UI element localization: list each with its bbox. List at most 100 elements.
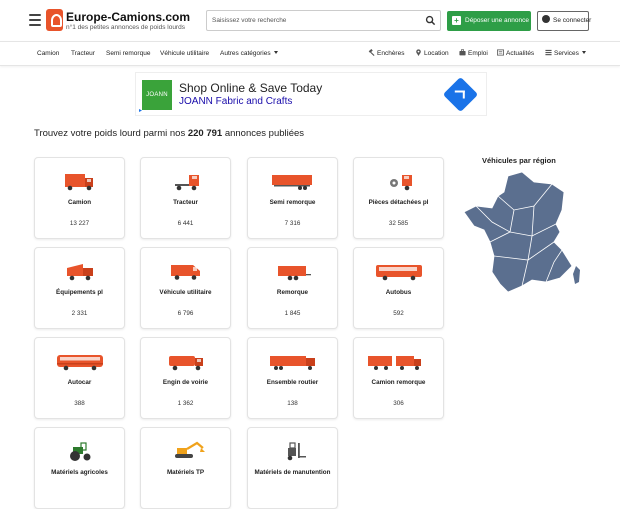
equipment-icon [67, 264, 93, 281]
category-label: Engin de voirie [162, 379, 209, 386]
category-card[interactable]: Autobus 592 [353, 247, 444, 329]
france-region-map[interactable] [462, 170, 584, 298]
nav-semi-remorque[interactable]: Semi remorque [106, 42, 150, 65]
nav-actualites-label: Actualités [506, 50, 535, 57]
category-count: 1 362 [177, 400, 194, 407]
category-card[interactable]: Ensemble routier 138 [247, 337, 338, 419]
briefcase-icon [459, 49, 466, 56]
category-count: 138 [287, 400, 298, 407]
category-card[interactable]: Matériels TP [140, 427, 231, 509]
bus-icon [376, 265, 422, 281]
category-label: Matériels agricoles [51, 469, 108, 476]
category-label: Matériels de manutention [254, 469, 331, 476]
semi-trailer-icon [272, 175, 312, 190]
category-count: 6 796 [177, 310, 194, 317]
category-label: Pièces détachées pl [368, 199, 429, 206]
category-card[interactable]: Camion 13 227 [34, 157, 125, 239]
nav-emploi-label: Emploi [468, 50, 488, 57]
headline-count: 220 791 [187, 128, 223, 139]
category-label: Équipements pl [56, 289, 103, 296]
trailer-icon [278, 266, 311, 281]
category-card[interactable]: Véhicule utilitaire 6 796 [140, 247, 231, 329]
coach-icon [57, 355, 103, 371]
search-icon[interactable] [425, 15, 436, 26]
category-count: 2 331 [71, 310, 88, 317]
chevron-down-icon [273, 51, 278, 54]
category-card[interactable]: Autocar 388 [34, 337, 125, 419]
list-icon [545, 49, 552, 56]
post-ad-label: Déposer une annonce [465, 17, 529, 24]
site-name[interactable]: Europe-Camions.com [66, 10, 190, 24]
category-label: Camion [67, 199, 92, 206]
category-label: Semi remorque [269, 199, 316, 206]
ad-banner[interactable]: JOANN Shop Online & Save Today JOANN Fab… [135, 72, 487, 116]
ad-navigate-icon[interactable] [442, 76, 479, 113]
category-label: Matériels TP [166, 469, 205, 476]
category-card[interactable]: Matériels de manutention [247, 427, 338, 509]
category-card[interactable]: Remorque 1 845 [247, 247, 338, 329]
headline-suffix: annonces publiées [224, 128, 305, 139]
category-count: 306 [393, 400, 404, 407]
category-card[interactable]: Camion remorque 306 [353, 337, 444, 419]
user-icon [542, 15, 550, 23]
forklift-icon [287, 442, 306, 461]
login-label: Se connecter [553, 17, 592, 24]
post-ad-button[interactable]: + Déposer une annonce [447, 11, 531, 31]
top-header: Europe-Camions.com n°1 des petites annon… [0, 0, 620, 40]
van-icon [171, 265, 200, 280]
nav-autres-label: Autres catégories [220, 50, 271, 57]
category-count: 6 441 [177, 220, 194, 227]
nav-actualites[interactable]: Actualités [497, 42, 534, 65]
site-tagline: n°1 des petites annonces de poids lourds [66, 24, 185, 31]
region-title: Véhicules par région [482, 156, 556, 165]
ad-title: Shop Online & Save Today [179, 81, 323, 95]
category-card[interactable]: Tracteur 6 441 [140, 157, 231, 239]
category-count: 388 [74, 400, 85, 407]
nav-vehicule-utilitaire[interactable]: Véhicule utilitaire [160, 42, 209, 65]
category-card[interactable]: Engin de voirie 1 362 [140, 337, 231, 419]
ad-logo: JOANN [142, 80, 172, 110]
login-button[interactable]: Se connecter [537, 11, 592, 31]
road-vehicle-icon [169, 356, 203, 371]
truck-trailer-icon [368, 356, 421, 370]
nav-encheres-label: Enchères [377, 50, 405, 57]
category-card[interactable]: Équipements pl 2 331 [34, 247, 125, 329]
category-count: 13 227 [69, 220, 90, 227]
nav-tracteur[interactable]: Tracteur [71, 42, 95, 65]
category-count: 32 585 [388, 220, 409, 227]
logo-icon[interactable] [46, 9, 63, 31]
nav-autres-categories[interactable]: Autres catégories [220, 42, 278, 65]
nav-location-label: Location [424, 50, 449, 57]
ad-subtitle: JOANN Fabric and Crafts [179, 96, 293, 107]
menu-icon[interactable] [29, 14, 41, 26]
category-count: 1 845 [284, 310, 301, 317]
category-label: Remorque [276, 289, 309, 296]
nav-location[interactable]: Location [415, 42, 449, 65]
truck-icon [65, 174, 93, 191]
category-label: Véhicule utilitaire [159, 289, 212, 296]
chevron-down-icon [581, 51, 586, 54]
map-corsica [573, 266, 580, 284]
category-label: Camion remorque [371, 379, 426, 386]
category-count: 592 [393, 310, 404, 317]
category-card[interactable]: Matériels agricoles [34, 427, 125, 509]
search-input[interactable] [207, 11, 422, 30]
search-box [206, 10, 441, 31]
newspaper-icon [497, 49, 504, 56]
category-card[interactable]: Semi remorque 7 316 [247, 157, 338, 239]
headline-prefix: Trouvez votre poids lourd parmi nos [34, 128, 186, 139]
nav-camion[interactable]: Camion [37, 42, 59, 65]
road-train-icon [270, 356, 315, 370]
category-card[interactable]: Pièces détachées pl 32 585 [353, 157, 444, 239]
category-count: 7 316 [284, 220, 301, 227]
category-label: Autocar [67, 379, 92, 386]
page-headline: Trouvez votre poids lourd parmi nos 220 … [34, 128, 304, 139]
category-label: Ensemble routier [266, 379, 319, 386]
nav-encheres[interactable]: Enchères [368, 42, 404, 65]
nav-emploi[interactable]: Emploi [459, 42, 488, 65]
nav-services[interactable]: Services [545, 42, 586, 65]
main-nav: Camion Tracteur Semi remorque Véhicule u… [0, 41, 620, 66]
category-label: Autobus [385, 289, 412, 296]
spare-parts-icon [390, 175, 412, 191]
ad-choices-icon[interactable]: ▸ [136, 107, 145, 116]
